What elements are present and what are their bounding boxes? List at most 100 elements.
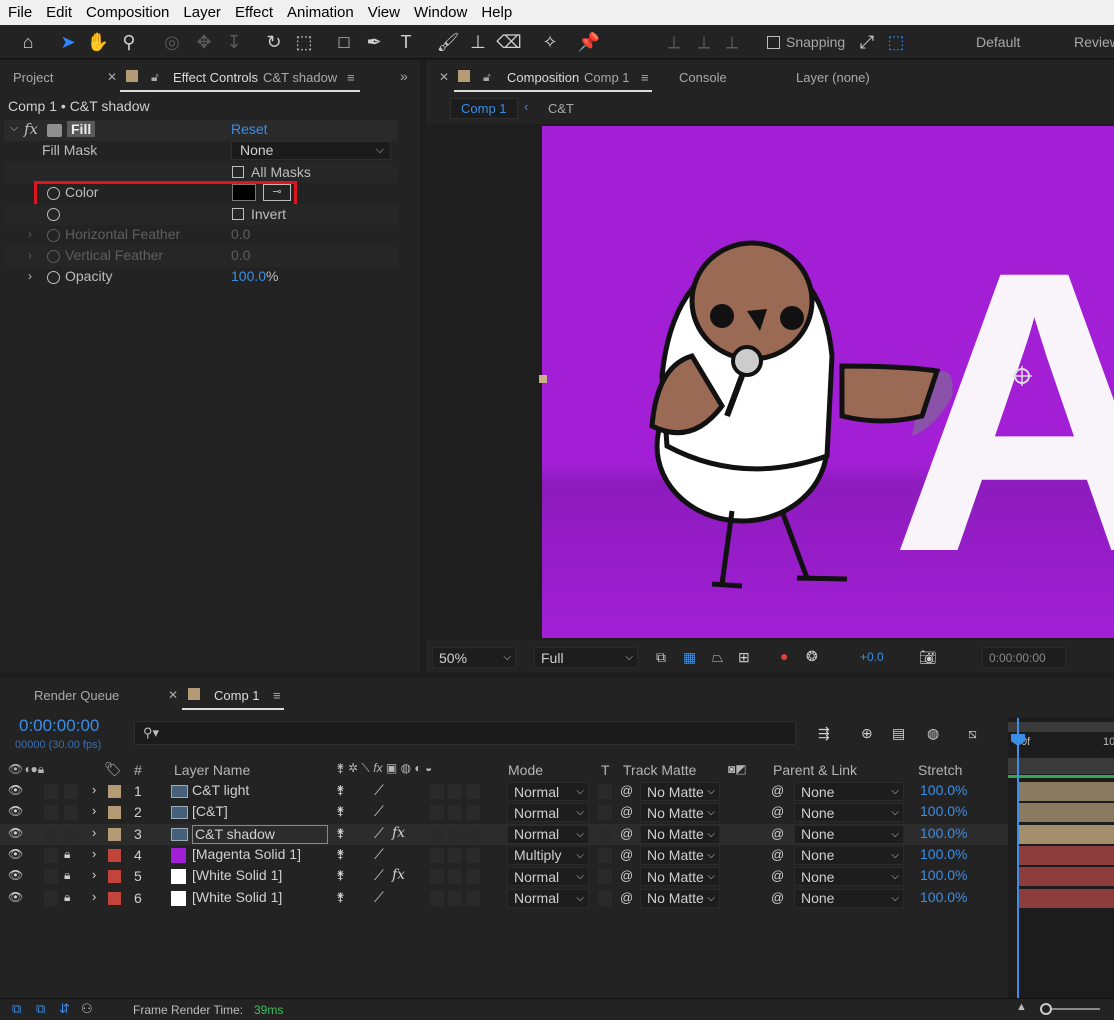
layer-handle[interactable]: [539, 375, 547, 383]
panel-menu-icon[interactable]: ≡: [347, 70, 355, 85]
preserve-transparency-box[interactable]: [598, 847, 612, 863]
expand-chevron-icon[interactable]: ›: [92, 803, 96, 818]
layer-duration-bar[interactable]: [1018, 867, 1114, 887]
switch-box[interactable]: [430, 784, 444, 799]
anchor-point-tool-icon[interactable]: ⬚: [292, 30, 316, 54]
layer-row[interactable]: 👁︎ 🔒︎ › 5 [White Solid 1] ⚵ ⟋ fx Normal ⌵ @ No Matt…: [0, 866, 1008, 887]
eraser-tool-icon[interactable]: ⌫: [496, 30, 521, 54]
switch-box[interactable]: [466, 890, 480, 906]
layer-duration-bar[interactable]: [1018, 782, 1114, 801]
solo-switch[interactable]: [44, 784, 58, 799]
zoom-out-icon[interactable]: ▲: [1016, 1001, 1027, 1013]
expand-chevron-icon[interactable]: ›: [92, 782, 96, 797]
axis-world-icon[interactable]: ⟂: [692, 30, 716, 54]
mode-dropdown[interactable]: Multiply ⌵: [507, 845, 589, 865]
home-icon[interactable]: ⌂: [16, 30, 40, 54]
motion-blur-icon[interactable]: ◍: [927, 725, 939, 742]
track-matte-dropdown[interactable]: No Matte ⌵: [640, 824, 720, 844]
expand-chevron-icon[interactable]: ›: [28, 227, 32, 241]
menu-item-window[interactable]: Window: [414, 4, 467, 21]
snapping-checkbox[interactable]: [767, 36, 780, 49]
graph-editor-icon[interactable]: ⧅: [968, 725, 977, 742]
menu-item-effect[interactable]: Effect: [235, 4, 273, 21]
tab-effect-layer[interactable]: C&T shadow: [263, 70, 337, 85]
switch-box[interactable]: [448, 890, 462, 906]
parent-pickwhip-icon[interactable]: @: [771, 826, 784, 841]
lock-switch[interactable]: [64, 784, 78, 799]
preserve-transparency-box[interactable]: [598, 826, 612, 842]
label-color-swatch[interactable]: [108, 785, 121, 798]
shy-icon[interactable]: ⚵: [336, 868, 345, 882]
lock-icon[interactable]: 🔓︎: [483, 70, 491, 85]
expand-chevron-icon[interactable]: ›: [92, 825, 96, 840]
snapshot-icon[interactable]: 📷︎: [919, 649, 937, 666]
brush-tool-icon[interactable]: 🖌: [436, 30, 460, 54]
lock-icon[interactable]: 🔓︎: [151, 70, 159, 85]
layer-duration-bar[interactable]: [1018, 888, 1114, 908]
panel-menu-icon[interactable]: ≡: [273, 688, 281, 703]
eye-icon[interactable]: 👁︎: [8, 868, 23, 882]
lock-icon[interactable]: 🔒︎: [64, 868, 70, 883]
fx-icon[interactable]: fx: [24, 120, 38, 138]
switch-box[interactable]: [466, 826, 480, 842]
crumb-ct[interactable]: C&T: [548, 101, 574, 116]
layer-name[interactable]: [Magenta Solid 1]: [192, 846, 301, 862]
panel-menu-icon[interactable]: ≡: [641, 70, 649, 85]
lock-switch[interactable]: [64, 805, 78, 821]
collapse-chevron-icon[interactable]: ⌵: [10, 122, 18, 135]
layer-name[interactable]: [C&T]: [192, 803, 228, 819]
fast-previews-icon[interactable]: ⧉: [656, 649, 666, 666]
label-color-swatch[interactable]: [108, 827, 121, 841]
eye-icon[interactable]: 👁︎: [8, 783, 23, 797]
track-matte-dropdown[interactable]: No Matte ⌵: [640, 782, 720, 801]
preserve-transparency-box[interactable]: [598, 805, 612, 821]
preserve-transparency-box[interactable]: [598, 784, 612, 799]
mode-dropdown[interactable]: Normal ⌵: [507, 888, 589, 908]
layer-duration-bar[interactable]: [1018, 803, 1114, 823]
pen-tool-icon[interactable]: ✒: [362, 30, 386, 54]
switch-box[interactable]: [430, 890, 444, 906]
expand-chevron-icon[interactable]: ›: [28, 269, 32, 283]
shy-icon[interactable]: ⚵: [336, 804, 345, 818]
work-area-bar[interactable]: [1008, 722, 1114, 732]
dolly-tool-icon[interactable]: ↧: [222, 30, 246, 54]
puppet-pin-icon[interactable]: 📌: [577, 30, 601, 54]
expand-chevron-icon[interactable]: ›: [92, 846, 96, 861]
pickwhip-icon[interactable]: @: [620, 868, 633, 883]
mask-visibility-icon[interactable]: ⏢: [712, 649, 723, 666]
eye-icon[interactable]: 👁︎: [8, 890, 23, 904]
layer-name[interactable]: [White Solid 1]: [192, 867, 282, 883]
crumb-comp1[interactable]: Comp 1: [450, 98, 518, 119]
lock-icon[interactable]: 🔒︎: [64, 847, 70, 862]
hand-tool-icon[interactable]: ✋: [86, 30, 110, 54]
snap-edges-icon[interactable]: ⤢: [855, 30, 879, 54]
switch-box[interactable]: [448, 826, 462, 842]
mode-dropdown[interactable]: Normal ⌵: [507, 782, 589, 801]
comp-canvas[interactable]: A: [542, 126, 1114, 638]
effect-name[interactable]: Fill: [67, 121, 96, 137]
tab-comp1[interactable]: Comp 1: [214, 688, 260, 703]
solo-switch[interactable]: [44, 805, 58, 821]
comp-viewer[interactable]: A: [426, 124, 1114, 640]
layer-row[interactable]: 👁︎ › 2 [C&T] ⚵ ⟋ Normal ⌵ @ No Matte ⌵ @ None ⌵ 100.0%: [0, 802, 1008, 823]
shy-icon[interactable]: ⚵: [336, 826, 345, 840]
layer-name[interactable]: C&T light: [192, 782, 249, 798]
type-tool-icon[interactable]: T: [394, 30, 418, 54]
solo-switch[interactable]: [44, 890, 58, 906]
eye-icon[interactable]: 👁︎: [8, 804, 23, 818]
switch-box[interactable]: [466, 847, 480, 863]
tab-composition-name[interactable]: Comp 1: [584, 70, 630, 85]
stretch-value[interactable]: 100.0%: [920, 803, 967, 819]
close-tab-icon[interactable]: ✕: [168, 688, 178, 702]
solo-switch[interactable]: [44, 869, 58, 885]
expand-chevron-icon[interactable]: ›: [92, 867, 96, 882]
switch-box[interactable]: [466, 805, 480, 821]
col-layer-name[interactable]: Layer Name: [174, 762, 250, 778]
invert-checkbox[interactable]: [232, 208, 244, 220]
quality-icon[interactable]: ⟋: [374, 803, 384, 820]
transparency-grid-icon[interactable]: ▦: [683, 649, 696, 666]
label-color-swatch[interactable]: [108, 848, 121, 862]
label-color-swatch[interactable]: [108, 891, 121, 905]
switch-box[interactable]: [430, 826, 444, 842]
menu-item-file[interactable]: File: [8, 4, 32, 21]
